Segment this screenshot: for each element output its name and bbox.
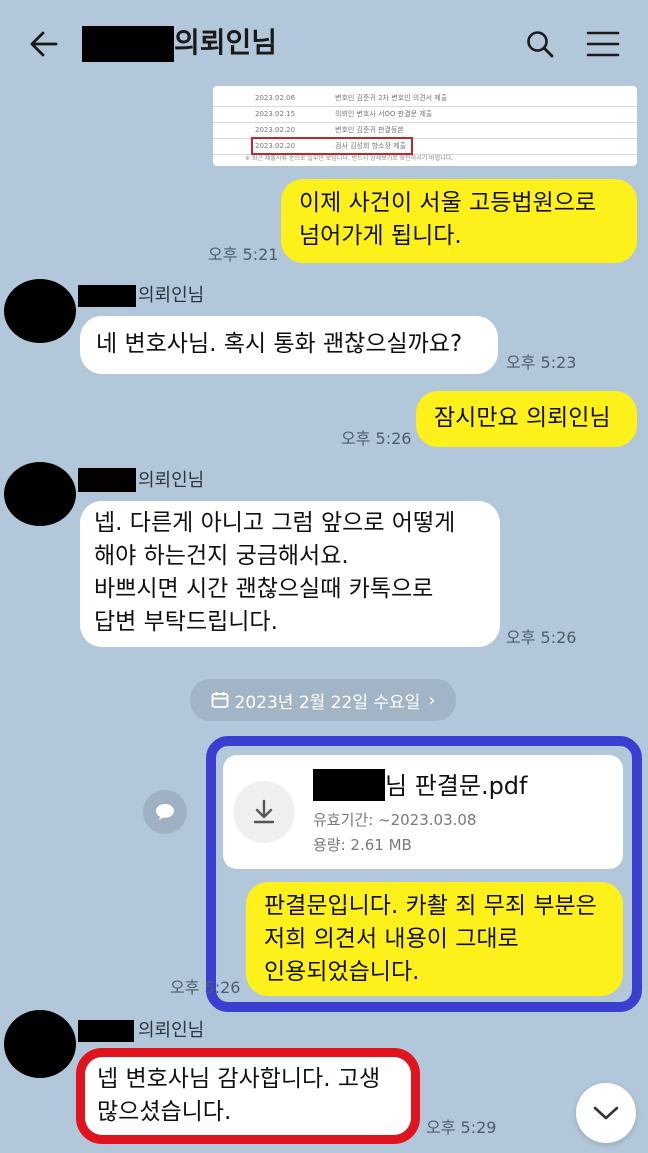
chevron-down-icon bbox=[593, 1106, 619, 1120]
file-attachment-card[interactable]: 님 판결문.pdf 유효기간: ~2023.03.08 용량: 2.61 MB bbox=[223, 755, 623, 869]
redacted-sender-name bbox=[78, 1020, 134, 1042]
received-message-bubble[interactable]: 넵. 다른게 아니고 그럼 앞으로 어떻게 해야 하는건지 궁금해서요. 바쁘시… bbox=[80, 501, 500, 647]
arrow-left-icon bbox=[30, 31, 58, 57]
my-message-bubble[interactable]: 판결문입니다. 카촬 죄 무죄 부분은 저희 의견서 내용이 그대로 인용되었습… bbox=[246, 882, 623, 996]
speech-bubble-icon bbox=[156, 804, 174, 820]
message-time: 오후 5:26 bbox=[506, 628, 577, 647]
preview-row: 2023.02.15 의뢰인 변호사 서OO 판결문 제출 bbox=[213, 106, 637, 123]
hamburger-menu-icon bbox=[586, 31, 620, 57]
preview-footnote: ※ 최근 제출서류 순으로 일부만 보입니다. 반드시 상세보기로 확인하시기 … bbox=[245, 155, 454, 162]
preview-row-date: 2023.02.20 bbox=[255, 126, 296, 134]
chat-header: 의뢰인님 bbox=[0, 0, 648, 86]
avatar[interactable] bbox=[4, 279, 76, 343]
date-divider[interactable]: 2023년 2월 22일 수요일 › bbox=[190, 679, 456, 721]
download-icon bbox=[253, 799, 275, 824]
message-time: 오후 5:29 bbox=[426, 1118, 497, 1137]
preview-row-text: 변호인 김준귀 판결등본 bbox=[335, 126, 404, 134]
avatar[interactable] bbox=[4, 1010, 76, 1078]
my-message-bubble[interactable]: 이제 사건이 서울 고등법원으로 넘어가게 됩니다. bbox=[281, 179, 637, 263]
sender-name: 의뢰인님 bbox=[138, 285, 205, 306]
message-time: 오후 5:26 bbox=[170, 978, 241, 997]
received-message-bubble[interactable]: 넵 변호사님 감사합니다. 고생 많으셨습니다. bbox=[85, 1057, 411, 1135]
avatar[interactable] bbox=[4, 462, 76, 526]
chat-title: 의뢰인님 bbox=[174, 26, 278, 59]
redacted-sender-name bbox=[78, 285, 136, 307]
redacted-name bbox=[82, 26, 174, 62]
redacted-file-owner bbox=[313, 769, 385, 801]
date-label: 2023년 2월 22일 수요일 bbox=[234, 692, 421, 713]
preview-row-text: 의뢰인 변호사 서OO 판결문 제출 bbox=[335, 110, 433, 118]
document-preview-image[interactable]: 2023.02.06 변호인 김준귀 2차 변호인 의견서 제출 2023.02… bbox=[213, 86, 637, 166]
file-name: 님 판결문.pdf bbox=[385, 772, 528, 800]
preview-row-date: 2023.02.06 bbox=[255, 94, 296, 102]
preview-row-text: 변호인 김준귀 2차 변호인 의견서 제출 bbox=[335, 94, 448, 102]
redacted-sender-name bbox=[78, 468, 136, 492]
message-time: 오후 5:21 bbox=[208, 245, 279, 264]
search-button[interactable] bbox=[520, 24, 560, 64]
back-button[interactable] bbox=[22, 24, 66, 64]
download-button[interactable] bbox=[233, 781, 295, 843]
file-expiry: 유효기간: ~2023.03.08 bbox=[313, 811, 477, 829]
menu-button[interactable] bbox=[582, 24, 624, 64]
chevron-right-icon: › bbox=[428, 689, 436, 711]
sender-name: 의뢰인님 bbox=[138, 1020, 205, 1041]
preview-row: 2023.02.06 변호인 김준귀 2차 변호인 의견서 제출 bbox=[213, 90, 637, 107]
calendar-icon bbox=[211, 692, 228, 708]
message-time: 오후 5:26 bbox=[341, 429, 412, 448]
message-time: 오후 5:23 bbox=[506, 353, 577, 372]
share-button[interactable] bbox=[143, 790, 187, 834]
scroll-to-bottom-button[interactable] bbox=[576, 1083, 636, 1143]
file-size: 용량: 2.61 MB bbox=[313, 836, 412, 854]
preview-row-date: 2023.02.15 bbox=[255, 110, 296, 118]
received-message-bubble[interactable]: 네 변호사님. 혹시 통화 괜찮으실까요? bbox=[80, 316, 498, 374]
sender-name: 의뢰인님 bbox=[138, 470, 205, 491]
my-message-bubble[interactable]: 잠시만요 의뢰인님 bbox=[416, 391, 637, 447]
search-icon bbox=[527, 31, 554, 58]
